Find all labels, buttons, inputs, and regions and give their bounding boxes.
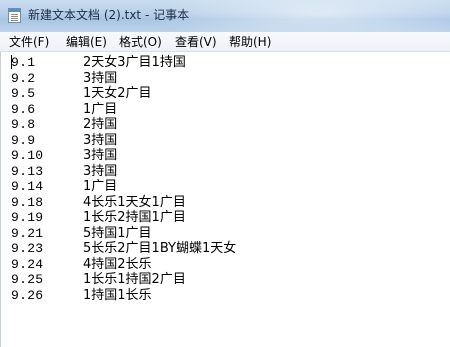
line-date: 9.2: [11, 70, 36, 86]
line-text: 3持国: [83, 163, 118, 179]
line-text: 3持国: [83, 148, 118, 163]
line-date: 9.8: [11, 117, 36, 132]
window-title: 新建文本文档 (2).txt - 记事本: [28, 8, 190, 22]
line-text: 2天女3广目1持国: [83, 55, 186, 70]
line-text: 1长乐2持国1广目: [83, 210, 186, 225]
line-date: 9.23: [11, 241, 44, 256]
line-date: 9.19: [11, 210, 44, 225]
line-date: 9.10: [11, 148, 44, 163]
line-date: 9.26: [11, 287, 44, 303]
title-bar[interactable]: 新建文本文档 (2).txt - 记事本: [0, 0, 450, 32]
line-date: 9.14: [11, 179, 44, 194]
line-text: 4持国2长乐: [83, 256, 152, 272]
line-text: 4长乐1天女1广目: [83, 194, 186, 210]
text-editor[interactable]: 9.1 2天女3广目1持国 9.2 3持国 9.5 1天女2广目 9.6 1广目 9.8…: [0, 52, 450, 347]
menu-help[interactable]: 帮助(H): [229, 34, 271, 50]
line-date: 9.5: [11, 86, 36, 101]
line-date: 9.6: [11, 101, 36, 117]
line-text: 5长乐2广目1BY蝴蝶1天女: [83, 241, 237, 256]
line-text: 1长乐1持国2广目: [83, 272, 186, 287]
line-text: 3持国: [83, 132, 118, 148]
menu-format[interactable]: 格式(O): [119, 34, 162, 50]
notepad-icon[interactable]: [8, 8, 21, 23]
menu-bar: 文件(F) 编辑(E) 格式(O) 查看(V) 帮助(H): [0, 32, 450, 52]
line-text: 1天女2广目: [83, 86, 152, 101]
notepad-window: 新建文本文档 (2).txt - 记事本 文件(F) 编辑(E) 格式(O) 查…: [0, 0, 450, 347]
line-date: 9.1: [11, 55, 36, 70]
line-date: 9.13: [11, 163, 44, 179]
line-text: 1广目: [83, 179, 118, 194]
line-date: 9.9: [11, 132, 36, 148]
menu-view[interactable]: 查看(V): [175, 34, 217, 50]
line-date: 9.25: [11, 272, 44, 287]
line-text: 1广目: [83, 101, 118, 117]
line-text: 2持国: [83, 117, 118, 132]
line-text: 5持国1广目: [83, 225, 152, 241]
line-date: 9.24: [11, 256, 44, 272]
line-text: 1持国1长乐: [83, 287, 152, 303]
line-date: 9.18: [11, 194, 44, 210]
line-date: 9.21: [11, 225, 44, 241]
menu-file[interactable]: 文件(F): [9, 34, 49, 50]
line-text: 3持国: [83, 70, 118, 86]
menu-edit[interactable]: 编辑(E): [66, 34, 107, 50]
